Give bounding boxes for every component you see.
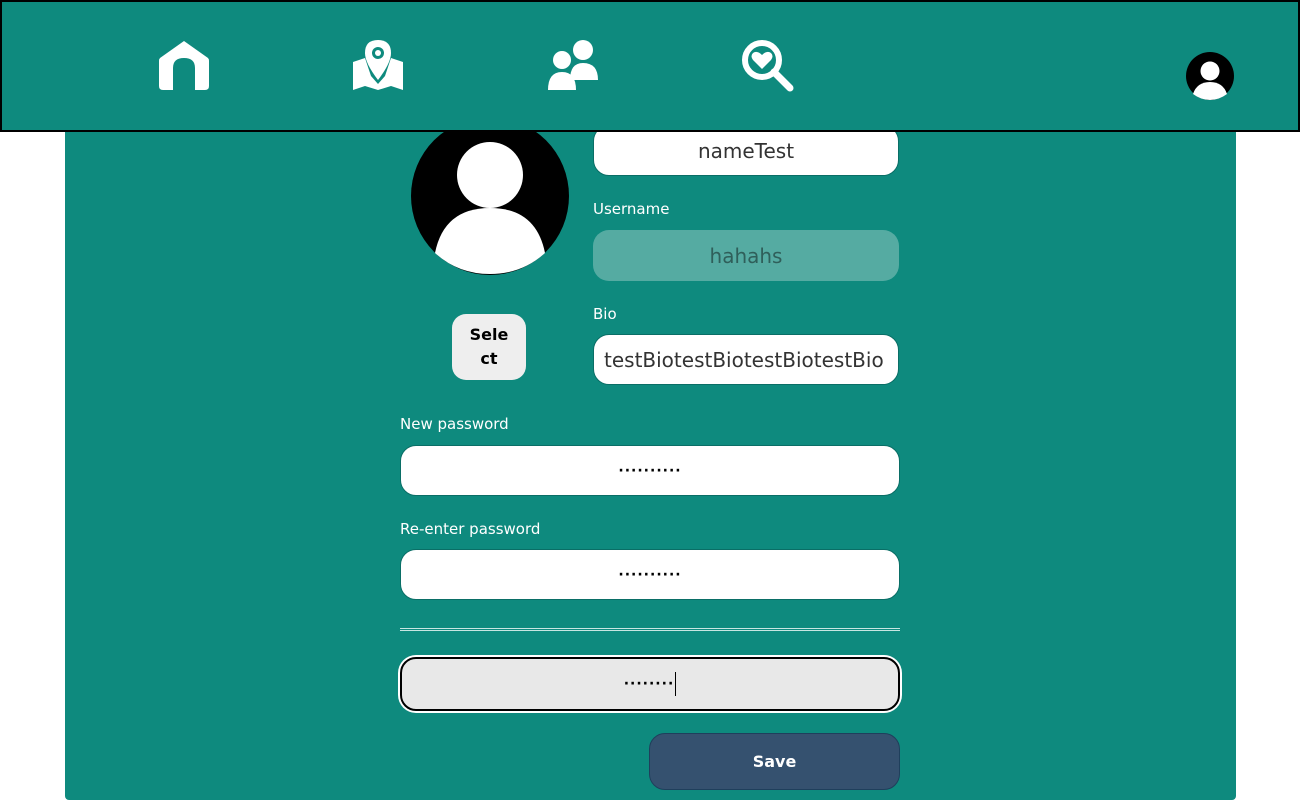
text-caret	[675, 672, 677, 696]
bio-field[interactable]: testBiotestBiotestBiotestBio	[593, 334, 899, 385]
username-label: Username	[593, 200, 670, 218]
map-pin-icon[interactable]	[351, 38, 405, 92]
reenter-password-label: Re-enter password	[400, 520, 541, 538]
top-navbar	[0, 0, 1300, 132]
bio-value: testBiotestBiotestBiotestBio	[604, 347, 884, 372]
new-password-value: ··········	[618, 462, 682, 479]
home-icon[interactable]	[157, 38, 211, 92]
current-password-field[interactable]: ········	[400, 657, 900, 711]
divider	[400, 628, 900, 631]
username-value: hahahs	[709, 243, 783, 268]
friends-icon[interactable]	[546, 38, 600, 92]
reenter-password-value: ··········	[618, 566, 682, 583]
reenter-password-field[interactable]: ··········	[400, 549, 900, 600]
new-password-label: New password	[400, 415, 509, 433]
username-field: hahahs	[593, 230, 899, 281]
user-avatar-icon[interactable]	[1185, 51, 1235, 101]
name-value: nameTest	[697, 138, 795, 163]
bio-label: Bio	[593, 305, 617, 323]
profile-avatar	[411, 117, 569, 275]
search-heart-icon[interactable]	[740, 38, 794, 92]
current-password-value: ········	[623, 676, 675, 692]
new-password-field[interactable]: ··········	[400, 445, 900, 496]
name-field[interactable]: nameTest	[593, 125, 899, 176]
select-photo-button[interactable]: Select	[452, 314, 526, 380]
save-button[interactable]: Save	[649, 733, 900, 790]
